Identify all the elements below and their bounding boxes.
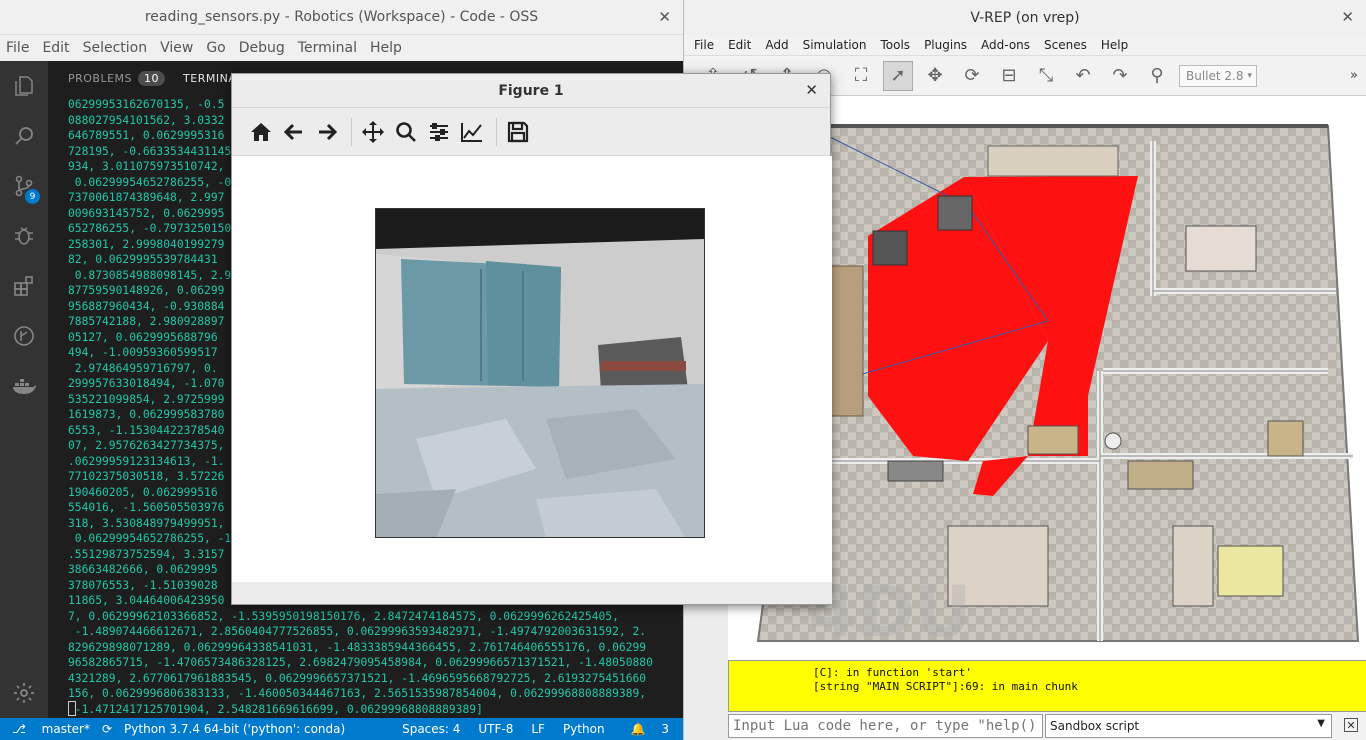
extensions-icon[interactable]	[0, 261, 48, 311]
menu-edit[interactable]: Edit	[42, 40, 69, 56]
console-close-icon[interactable]: ✕	[1344, 718, 1358, 732]
vrep-menu-tools[interactable]: Tools	[881, 38, 911, 52]
encoding-status[interactable]: UTF-8	[478, 722, 513, 736]
lua-command-input[interactable]	[728, 714, 1043, 738]
menu-go[interactable]: Go	[206, 40, 225, 56]
tab-problems-label: PROBLEMS	[68, 71, 133, 85]
status-bar: ⎇ master* ⟳ Python 3.7.4 64-bit ('python…	[0, 718, 683, 740]
docker-icon[interactable]	[0, 361, 48, 411]
vrep-menu-help[interactable]: Help	[1101, 38, 1128, 52]
object-shift-icon[interactable]: ✥	[920, 61, 950, 91]
vrep-titlebar: V-REP (on vrep) ✕	[684, 0, 1366, 35]
click-select-icon[interactable]: ➚	[883, 60, 913, 91]
terminal-line: -1.489074466612671, 2.8560404777526855, …	[68, 625, 647, 638]
vrep-menu-plugins[interactable]: Plugins	[924, 38, 967, 52]
home-icon[interactable]	[246, 117, 276, 147]
terminal-line: 7, 0.06299962103366852, -1.5395950198150…	[68, 609, 619, 623]
notifications-count: 3	[661, 722, 669, 736]
debug-icon[interactable]	[0, 211, 48, 261]
menu-file[interactable]: File	[6, 40, 29, 56]
script-selector-value: Sandbox script	[1050, 719, 1140, 733]
vrep-menubar: File Edit Add Simulation Tools Plugins A…	[684, 35, 1366, 56]
vrep-menu-add[interactable]: Add	[765, 38, 788, 52]
vision-sensor-image	[375, 208, 705, 538]
vscode-title: reading_sensors.py - Robotics (Workspace…	[144, 9, 539, 25]
vrep-menu-scenes[interactable]: Scenes	[1044, 38, 1087, 52]
assemble-icon[interactable]: ⊟	[994, 61, 1024, 91]
branch-status[interactable]: ⎇ master*	[12, 722, 90, 736]
vrep-menu-edit[interactable]: Edit	[728, 38, 751, 52]
branch-name: master*	[41, 722, 90, 736]
vrep-title: V-REP (on vrep)	[970, 9, 1080, 26]
terminal-line: 96582865715, -1.4706573486328125, 2.6982…	[68, 656, 653, 669]
toolbar-overflow-icon[interactable]: »	[1350, 68, 1358, 83]
terminal-line: 4321289, 2.6770617961883545, 0.062999665…	[68, 671, 647, 685]
terminal-line: 156, 0.0629996806383133, -1.460050344467…	[68, 687, 647, 700]
physics-engine-value: Bullet 2.8	[1186, 68, 1244, 83]
chevron-down-icon: ▼	[1317, 718, 1325, 729]
figure-canvas[interactable]	[232, 156, 832, 584]
toolbar-separator	[496, 117, 497, 146]
vrep-menu-file[interactable]: File	[694, 38, 714, 52]
eol-status[interactable]: LF	[531, 722, 545, 736]
indentation-status[interactable]: Spaces: 4	[402, 722, 460, 736]
vrep-menu-simulation[interactable]: Simulation	[803, 38, 867, 52]
vrep-menu-addons[interactable]: Add-ons	[981, 38, 1030, 52]
vscode-close-button[interactable]: ✕	[658, 8, 671, 26]
transfer-dna-icon[interactable]: ⤡	[1031, 61, 1061, 91]
chevron-down-icon: ▾	[1247, 70, 1252, 81]
subplot-config-icon[interactable]	[424, 117, 454, 147]
terminal-cursor	[68, 701, 76, 716]
language-status[interactable]: Python	[563, 722, 605, 736]
back-arrow-icon[interactable]	[279, 117, 309, 147]
figure-close-button[interactable]: ✕	[805, 81, 818, 99]
python-interpreter[interactable]: Python 3.7.4 64-bit ('python': conda)	[124, 722, 345, 736]
console-line: [C]: in function 'start'	[813, 666, 972, 679]
vrep-close-button[interactable]: ✕	[1341, 8, 1354, 26]
zoom-icon[interactable]	[391, 117, 421, 147]
figure-titlebar: Figure 1 ✕	[232, 74, 830, 108]
terminal-line: -1.4712417125701904, 2.548281669616699, …	[68, 702, 483, 716]
terminal-line: 829629898071289, 0.06299964338541031, -1…	[68, 640, 647, 654]
settings-gear-icon[interactable]	[0, 668, 48, 718]
save-icon[interactable]	[503, 117, 533, 147]
activity-bar: 9	[0, 61, 48, 718]
menu-help[interactable]: Help	[370, 40, 402, 56]
vscode-menubar: File Edit Selection View Go Debug Termin…	[0, 35, 683, 61]
menu-selection[interactable]: Selection	[83, 40, 148, 56]
undo-icon[interactable]: ↶	[1068, 61, 1098, 91]
explorer-icon[interactable]	[0, 61, 48, 111]
figure-window: Figure 1 ✕	[231, 73, 832, 605]
problems-count-badge: 10	[138, 70, 166, 86]
toolbar-separator	[351, 117, 352, 146]
fit-to-view-icon[interactable]: ⛶	[846, 61, 876, 91]
tab-problems[interactable]: PROBLEMS 10	[68, 70, 166, 86]
bell-icon: 🔔	[630, 722, 646, 736]
physics-engine-select[interactable]: Bullet 2.8 ▾	[1179, 64, 1257, 87]
dynamics-icon[interactable]: ⚲	[1142, 61, 1172, 91]
figure-toolbar	[232, 108, 830, 156]
source-control-badge: 9	[25, 189, 40, 204]
svg-text:4DU: 4DU	[808, 571, 972, 653]
vscode-titlebar: reading_sensors.py - Robotics (Workspace…	[0, 0, 683, 35]
menu-debug[interactable]: Debug	[239, 40, 285, 56]
pan-icon[interactable]	[358, 117, 388, 147]
figure-title: Figure 1	[498, 82, 564, 99]
console-line: [string "MAIN SCRIPT"]:69: in main chunk	[813, 680, 1078, 693]
search-icon[interactable]	[0, 111, 48, 161]
figure-statusbar	[232, 582, 832, 604]
forward-arrow-icon[interactable]	[312, 117, 342, 147]
redo-icon[interactable]: ↷	[1105, 61, 1135, 91]
notifications-status[interactable]: 🔔 3	[619, 722, 669, 736]
edit-axes-icon[interactable]	[457, 117, 487, 147]
source-control-icon[interactable]: 9	[0, 161, 48, 211]
menu-view[interactable]: View	[160, 40, 193, 56]
object-rotate-icon[interactable]: ⟳	[957, 61, 987, 91]
sync-icon[interactable]: ⟳	[102, 722, 112, 736]
git-graph-icon[interactable]	[0, 311, 48, 361]
script-selector[interactable]: Sandbox script ▼	[1045, 714, 1332, 738]
menu-terminal[interactable]: Terminal	[298, 40, 357, 56]
status-console: [C]: in function 'start' [string "MAIN S…	[728, 660, 1366, 712]
